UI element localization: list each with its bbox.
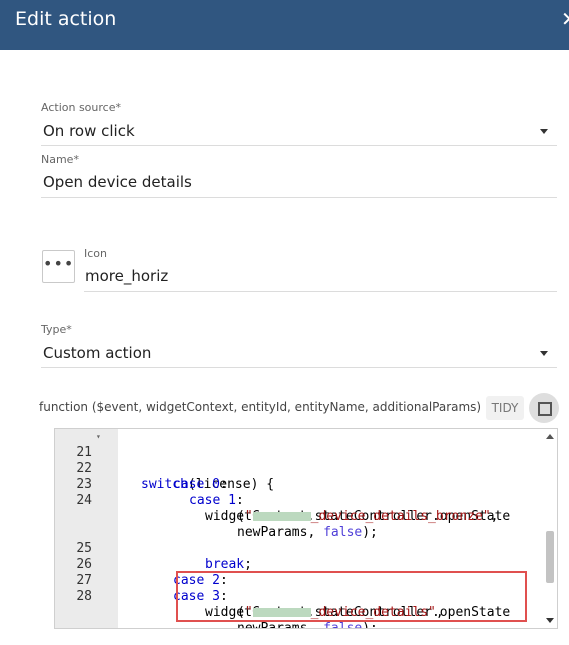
type-label: Type* — [41, 323, 72, 336]
highlight-box — [176, 571, 527, 622]
type-dropdown-icon[interactable] — [540, 351, 548, 356]
dialog-title: Edit action — [15, 8, 117, 30]
icon-underline — [84, 291, 557, 292]
name-underline — [41, 197, 557, 198]
editor-scrollbar[interactable] — [543, 429, 557, 628]
name-label: Name* — [41, 153, 79, 166]
scroll-down-icon[interactable] — [546, 618, 554, 623]
dialog-header: Edit action ✕ — [0, 0, 569, 50]
action-source-underline — [41, 145, 557, 146]
fold-arrow-icon[interactable]: ▾ — [96, 429, 101, 445]
code-line: 24 widgetContext.stateController.openSta… — [55, 477, 545, 524]
code-line: (" _device_details_bronze", — [237, 509, 499, 524]
code-line: 25 break; — [55, 525, 545, 572]
icon-input[interactable]: more_horiz — [85, 267, 168, 285]
code-line: 22 case 0: — [55, 445, 545, 492]
icon-label: Icon — [84, 247, 107, 260]
function-signature: function ($event, widgetContext, entityI… — [39, 400, 493, 414]
scroll-up-icon[interactable] — [546, 434, 554, 439]
type-underline — [41, 367, 557, 368]
action-source-label: Action source* — [41, 101, 121, 114]
code-line: 26 case 2: — [55, 541, 545, 588]
code-line: 21 ▾ switch(license) { — [55, 429, 545, 492]
type-value[interactable]: Custom action — [43, 344, 151, 362]
tidy-button[interactable]: TIDY — [486, 396, 524, 420]
name-input[interactable]: Open device details — [43, 173, 192, 191]
action-source-dropdown-icon[interactable] — [540, 129, 548, 134]
action-source-value[interactable]: On row click — [43, 122, 135, 140]
scrollbar-thumb[interactable] — [546, 531, 554, 583]
close-icon[interactable]: ✕ — [561, 8, 569, 30]
fullscreen-button[interactable] — [529, 393, 559, 423]
more-horiz-icon-button[interactable]: ••• — [42, 250, 75, 283]
code-line: 29 break; — [55, 621, 545, 628]
code-line: 23 case 1: — [55, 461, 545, 508]
code-line: newParams, false); — [237, 525, 378, 540]
